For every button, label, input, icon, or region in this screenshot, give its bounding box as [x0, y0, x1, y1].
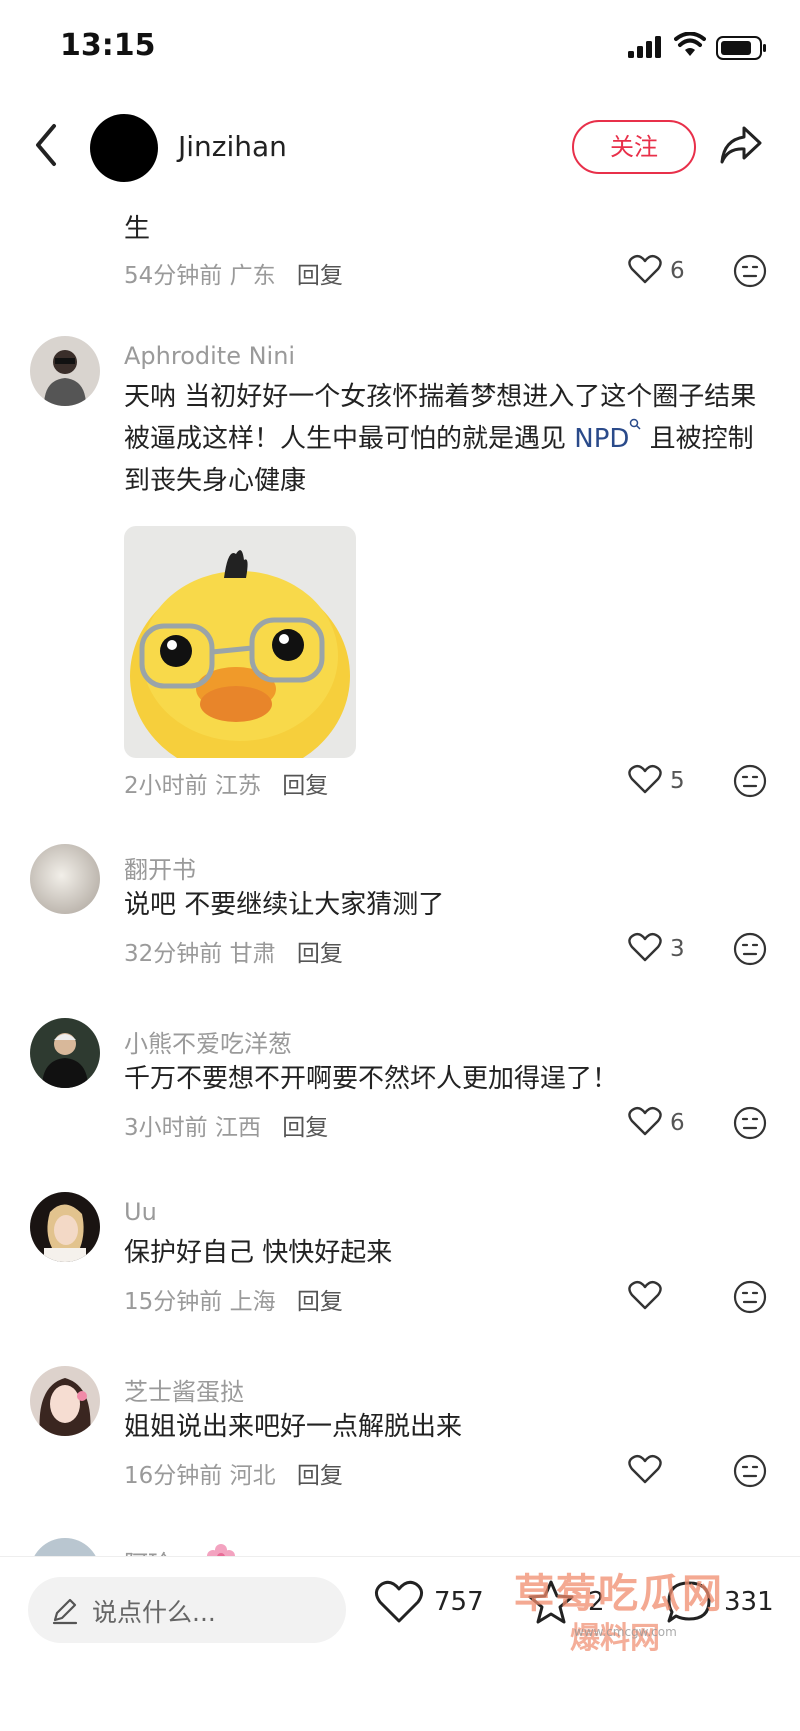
- avatar-image: [30, 1192, 100, 1262]
- like-heart-icon[interactable]: [374, 1579, 424, 1625]
- emoji-reaction-icon[interactable]: [733, 1106, 767, 1140]
- comment-location: 甘肃: [229, 941, 276, 967]
- reply-button[interactable]: 回复: [282, 773, 328, 799]
- duck-sticker-image: [124, 526, 356, 758]
- comment-username[interactable]: 阿玲: [124, 1544, 172, 1556]
- reply-button[interactable]: 回复: [282, 1115, 328, 1141]
- comment-input[interactable]: 说点什么...: [28, 1577, 346, 1643]
- comment-text: 生: [124, 214, 151, 244]
- watermark-text: 草莓吃瓜网: [514, 1571, 724, 1617]
- comment-meta: 32分钟前 甘肃 回复: [124, 934, 343, 968]
- post-like-count: 757: [434, 1587, 484, 1617]
- comment-location: 江苏: [214, 773, 261, 799]
- comment-meta: 2小时前 江苏 回复: [124, 766, 328, 800]
- reply-button[interactable]: 回复: [297, 1463, 343, 1489]
- emoji-reaction-icon[interactable]: [733, 764, 767, 798]
- comment-item: 阿玲: [0, 1538, 800, 1556]
- comment-meta: 16分钟前 河北 回复: [124, 1456, 343, 1490]
- comment-time: 15分钟前: [124, 1289, 223, 1315]
- reply-button[interactable]: 回复: [297, 1289, 343, 1315]
- signal-icon: [628, 36, 661, 58]
- comment-username[interactable]: 翻开书: [124, 850, 196, 885]
- comment-text: 说吧 不要继续让大家猜测了: [124, 890, 445, 920]
- comment-location: 广东: [229, 263, 276, 289]
- comment-input-placeholder: 说点什么...: [92, 1598, 216, 1627]
- comment-location: 上海: [229, 1289, 276, 1315]
- comment-item: Aphrodite Nini 天呐 当初好好一个女孩怀揣着梦想进入了这个圈子结果…: [0, 336, 800, 856]
- emoji-reaction-icon[interactable]: [733, 1454, 767, 1488]
- watermark-url: www.cmcgw.com: [574, 1625, 677, 1639]
- author-avatar[interactable]: [90, 114, 158, 182]
- back-arrow-icon[interactable]: [32, 122, 60, 168]
- comment-username[interactable]: 小熊不爱吃洋葱: [124, 1024, 292, 1059]
- like-heart-icon[interactable]: [628, 254, 662, 284]
- like-heart-icon[interactable]: [628, 1454, 662, 1484]
- comment-meta: 15分钟前 上海 回复: [124, 1282, 343, 1316]
- like-count: 6: [670, 258, 685, 284]
- comment-item: Uu 保护好自己 快快好起来 15分钟前 上海 回复: [0, 1192, 800, 1342]
- reply-button[interactable]: 回复: [297, 263, 343, 289]
- avatar-image: [30, 1538, 100, 1556]
- comment-username[interactable]: 芝士酱蛋挞: [124, 1372, 244, 1407]
- wifi-icon: [674, 32, 706, 56]
- flower-badge-icon: [207, 1544, 235, 1556]
- user-avatar[interactable]: [30, 1538, 100, 1556]
- like-count: 5: [670, 768, 685, 794]
- user-avatar[interactable]: [30, 336, 100, 406]
- status-time: 13:15: [60, 28, 156, 63]
- user-avatar[interactable]: [30, 1366, 100, 1436]
- comment-time: 54分钟前: [124, 263, 223, 289]
- comment-item: 芝士酱蛋挞 姐姐说出来吧好一点解脱出来 16分钟前 河北 回复: [0, 1366, 800, 1516]
- reply-button[interactable]: 回复: [297, 941, 343, 967]
- user-avatar[interactable]: [30, 1018, 100, 1088]
- comment-text: 千万不要想不开啊要不然坏人更加得逞了！: [124, 1064, 619, 1094]
- comment-time: 16分钟前: [124, 1463, 223, 1489]
- sticker-image[interactable]: [124, 526, 356, 758]
- comment-text: 姐姐说出来吧好一点解脱出来: [124, 1412, 463, 1442]
- bottom-action-bar: 说点什么... 757 2 331 草莓吃瓜网 爆料网 www.cmcgw.co…: [0, 1556, 800, 1731]
- pen-icon: [52, 1598, 78, 1625]
- comment-location: 河北: [229, 1463, 276, 1489]
- npd-search-link[interactable]: NPD: [574, 424, 629, 454]
- comment-time: 3小时前: [124, 1115, 208, 1141]
- avatar-image: [30, 844, 100, 914]
- avatar-image: [30, 336, 100, 406]
- emoji-reaction-icon[interactable]: [733, 1280, 767, 1314]
- like-heart-icon[interactable]: [628, 1106, 662, 1136]
- comment-time: 2小时前: [124, 773, 208, 799]
- like-count: 6: [670, 1110, 685, 1136]
- comment-username[interactable]: Aphrodite Nini: [124, 342, 295, 370]
- user-avatar[interactable]: [30, 1192, 100, 1262]
- battery-icon: [716, 36, 766, 60]
- search-icon: [630, 418, 641, 430]
- post-header: Jinzihan 关注: [0, 96, 800, 196]
- emoji-reaction-icon[interactable]: [733, 254, 767, 288]
- comment-meta: 3小时前 江西 回复: [124, 1108, 328, 1142]
- like-heart-icon[interactable]: [628, 932, 662, 962]
- comment-item: 小熊不爱吃洋葱 千万不要想不开啊要不然坏人更加得逞了！ 3小时前 江西 回复 6: [0, 1018, 800, 1168]
- status-bar: 13:15: [0, 0, 800, 96]
- avatar-image: [30, 1366, 100, 1436]
- comment-meta: 54分钟前 广东 回复: [124, 256, 343, 290]
- comment-location: 江西: [214, 1115, 261, 1141]
- comment-time: 32分钟前: [124, 941, 223, 967]
- comment-list: 生 54分钟前 广东 回复 6 Aphrodite Nini 天呐 当初好好一个…: [0, 196, 800, 1556]
- comment-item: 生 54分钟前 广东 回复 6: [0, 196, 800, 306]
- avatar-image: [30, 1018, 100, 1088]
- like-heart-icon[interactable]: [628, 764, 662, 794]
- author-name[interactable]: Jinzihan: [178, 130, 287, 163]
- user-avatar[interactable]: [30, 844, 100, 914]
- emoji-reaction-icon[interactable]: [733, 932, 767, 966]
- like-heart-icon[interactable]: [628, 1280, 662, 1310]
- like-count: 3: [670, 936, 685, 962]
- comment-username[interactable]: Uu: [124, 1198, 157, 1226]
- share-icon[interactable]: [718, 124, 764, 166]
- comment-item: 翻开书 说吧 不要继续让大家猜测了 32分钟前 甘肃 回复 3: [0, 844, 800, 994]
- comment-text: 保护好自己 快快好起来: [124, 1238, 393, 1268]
- follow-button[interactable]: 关注: [572, 120, 696, 174]
- post-comment-count: 331: [724, 1587, 774, 1617]
- comment-text: 天呐 当初好好一个女孩怀揣着梦想进入了这个圈子结果被逼成这样！人生中最可怕的就是…: [124, 376, 764, 502]
